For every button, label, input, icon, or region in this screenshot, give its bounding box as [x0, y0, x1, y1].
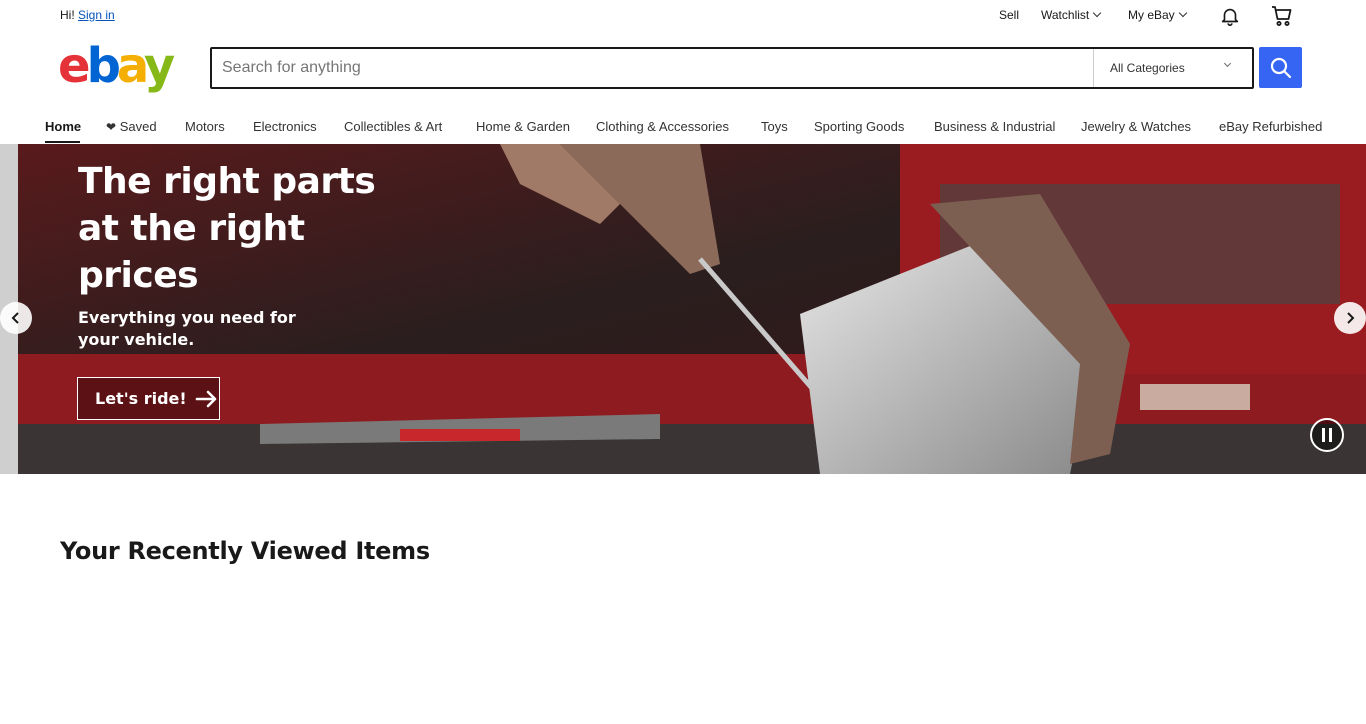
nav-saved-label: Saved — [119, 119, 157, 134]
category-nav: Home ❤ Saved Motors Electronics Collecti… — [0, 110, 1366, 144]
hero-banner: The right parts at the right prices Ever… — [0, 144, 1366, 474]
hero-cta-label: Let's ride! — [95, 389, 187, 408]
sell-label: Sell — [999, 8, 1020, 22]
search-input[interactable] — [212, 49, 1092, 87]
nav-toys[interactable]: Toys — [761, 119, 788, 134]
bell-icon — [1221, 8, 1239, 26]
nav-jewelry[interactable]: Jewelry & Watches — [1081, 119, 1191, 134]
ebay-logo-mark: ebay — [58, 38, 179, 94]
hero-title: The right parts at the right prices — [78, 161, 376, 296]
category-select[interactable]: All Categories — [1093, 49, 1252, 87]
notifications-button[interactable] — [1217, 3, 1243, 29]
sell-link[interactable]: Sell — [999, 8, 1019, 22]
nav-home[interactable]: Home — [45, 119, 81, 134]
category-selected: All Categories — [1110, 61, 1185, 75]
my-ebay-label: My eBay — [1128, 8, 1175, 22]
chevron-down-icon — [1178, 8, 1187, 18]
cart-button[interactable] — [1269, 3, 1295, 29]
search-button[interactable] — [1259, 47, 1302, 88]
carousel-pause-button[interactable] — [1310, 418, 1344, 452]
ebay-logo[interactable]: ebay — [58, 38, 179, 94]
recently-viewed-title: Your Recently Viewed Items — [60, 537, 430, 565]
carousel-prev-button[interactable] — [0, 302, 32, 334]
nav-saved[interactable]: ❤ Saved — [106, 119, 157, 134]
search-icon — [1270, 57, 1291, 78]
nav-home-garden[interactable]: Home & Garden — [476, 119, 570, 134]
nav-sporting-goods[interactable]: Sporting Goods — [814, 119, 904, 134]
greeting: Hi! Sign in — [60, 8, 115, 22]
top-utility-bar: Hi! Sign in Sell Watchlist My eBay — [0, 0, 1366, 30]
search-bar: All Categories — [210, 47, 1254, 89]
nav-clothing[interactable]: Clothing & Accessories — [596, 119, 729, 134]
arrow-right-icon — [195, 390, 216, 407]
nav-motors[interactable]: Motors — [185, 119, 225, 134]
sign-in-link[interactable]: Sign in — [78, 8, 115, 22]
nav-refurbished[interactable]: eBay Refurbished — [1219, 119, 1322, 134]
heart-icon: ❤ — [106, 120, 117, 134]
svg-text:ebay: ebay — [58, 42, 175, 94]
hero-subtitle: Everything you need for your vehicle. — [78, 308, 296, 349]
hero-cta-button[interactable]: Let's ride! — [77, 377, 220, 420]
nav-electronics[interactable]: Electronics — [253, 119, 317, 134]
nav-collectibles[interactable]: Collectibles & Art — [344, 119, 442, 134]
nav-active-indicator — [45, 141, 80, 143]
carousel-next-button[interactable] — [1334, 302, 1366, 334]
nav-business[interactable]: Business & Industrial — [934, 119, 1055, 134]
watchlist-dropdown[interactable]: Watchlist — [1041, 8, 1102, 22]
watchlist-label: Watchlist — [1041, 8, 1090, 22]
chevron-down-icon — [1092, 8, 1102, 18]
chevron-down-icon — [1223, 59, 1232, 68]
greeting-text: Hi! — [60, 8, 75, 22]
my-ebay-dropdown[interactable]: My eBay — [1128, 8, 1187, 22]
chevron-left-icon — [11, 312, 19, 324]
pause-icon — [1322, 428, 1332, 442]
cart-icon — [1272, 6, 1292, 26]
chevron-right-icon — [1347, 312, 1355, 324]
